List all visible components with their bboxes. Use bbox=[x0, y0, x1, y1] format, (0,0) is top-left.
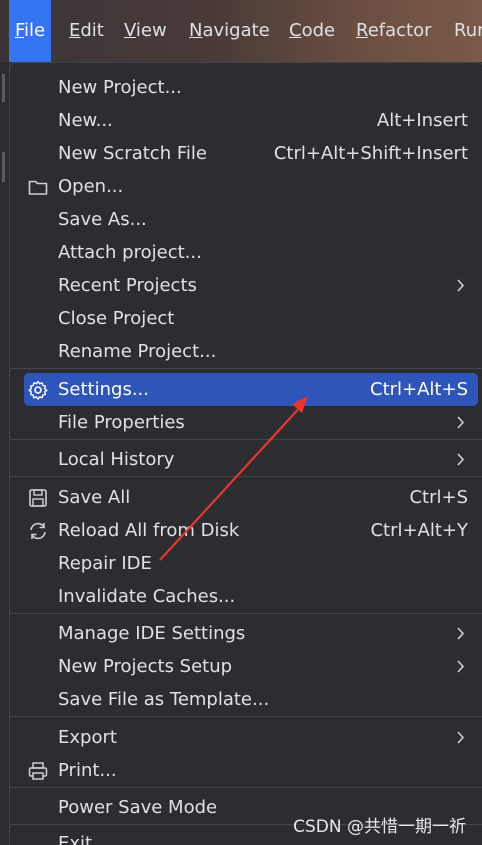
watermark-text: CSDN @共惜一期一祈 bbox=[293, 817, 466, 837]
menu-item-reload-all-from-disk[interactable]: Reload All from Disk Ctrl+Alt+Y bbox=[24, 514, 478, 547]
menu-item-label: Save All bbox=[58, 487, 131, 508]
menu-item-new-project[interactable]: New Project... bbox=[24, 71, 478, 104]
menu-item-label: Reload All from Disk bbox=[58, 520, 240, 541]
ide-window: File Edit View Navigate Code Refactor Ru… bbox=[0, 0, 482, 845]
menu-item-label: File Properties bbox=[58, 412, 185, 433]
menu-file[interactable]: File bbox=[9, 0, 52, 62]
menu-item-close-project[interactable]: Close Project bbox=[24, 302, 478, 335]
menu-item-label: Rename Project... bbox=[58, 341, 217, 362]
menu-item-save-file-as-template[interactable]: Save File as Template... bbox=[24, 683, 478, 716]
menu-edit-label: dit bbox=[80, 20, 104, 41]
menu-item-label: Attach project... bbox=[58, 242, 202, 263]
menu-item-open[interactable]: Open... bbox=[24, 170, 478, 203]
menu-item-label: Settings... bbox=[58, 379, 149, 400]
menu-code-mnemonic: C bbox=[289, 20, 302, 41]
menu-item-label: Open... bbox=[58, 176, 124, 197]
menu-navigate[interactable]: Navigate bbox=[183, 0, 276, 62]
chevron-right-icon bbox=[457, 453, 465, 466]
editor-gutter bbox=[0, 62, 9, 845]
menu-item-label: Power Save Mode bbox=[58, 797, 218, 818]
menu-view-label: iew bbox=[135, 20, 167, 41]
menu-code[interactable]: Code bbox=[283, 0, 341, 62]
menu-item-save-all[interactable]: Save All Ctrl+S bbox=[24, 481, 478, 514]
menu-item-shortcut: Alt+Insert bbox=[376, 110, 468, 131]
menu-item-file-properties[interactable]: File Properties bbox=[24, 406, 478, 439]
menu-item-label: New Projects Setup bbox=[58, 656, 233, 677]
menu-refactor-label: efactor bbox=[367, 20, 432, 41]
menu-view[interactable]: View bbox=[118, 0, 173, 62]
menu-separator bbox=[10, 439, 482, 440]
menu-item-label: New... bbox=[58, 110, 113, 131]
menu-item-label: Save File as Template... bbox=[58, 689, 270, 710]
menu-separator bbox=[10, 787, 482, 788]
menu-item-new[interactable]: New... Alt+Insert bbox=[24, 104, 478, 137]
gutter-marker bbox=[2, 74, 5, 102]
menu-separator bbox=[10, 476, 482, 477]
menu-separator bbox=[10, 716, 482, 717]
menu-item-label: Save As... bbox=[58, 209, 147, 230]
file-menu-popup: New Project... New... Alt+Insert New Scr… bbox=[9, 62, 482, 845]
menu-item-label: Close Project bbox=[58, 308, 175, 329]
menu-file-label: ile bbox=[24, 20, 46, 41]
menu-separator bbox=[10, 368, 482, 369]
menu-item-label: Export bbox=[58, 727, 117, 748]
menu-item-label: Manage IDE Settings bbox=[58, 623, 246, 644]
chevron-right-icon bbox=[457, 731, 465, 744]
menu-item-label: New Project... bbox=[58, 77, 182, 98]
menu-item-recent-projects[interactable]: Recent Projects bbox=[24, 269, 478, 302]
menu-view-mnemonic: V bbox=[124, 20, 136, 41]
menu-refactor[interactable]: Refactor bbox=[350, 0, 438, 62]
menu-item-label: Exit bbox=[58, 833, 93, 845]
menu-item-save-as[interactable]: Save As... bbox=[24, 203, 478, 236]
menu-item-label: Invalidate Caches... bbox=[58, 586, 236, 607]
menu-item-new-scratch-file[interactable]: New Scratch File Ctrl+Alt+Shift+Insert bbox=[24, 137, 478, 170]
menu-item-settings[interactable]: Settings... Ctrl+Alt+S bbox=[24, 373, 478, 406]
chevron-right-icon bbox=[457, 279, 465, 292]
menu-item-attach-project[interactable]: Attach project... bbox=[24, 236, 478, 269]
menu-code-label: ode bbox=[301, 20, 336, 41]
reload-icon bbox=[30, 522, 46, 540]
menu-item-label: Repair IDE bbox=[58, 553, 152, 574]
menu-item-label: Recent Projects bbox=[58, 275, 197, 296]
menu-run[interactable]: Rur bbox=[448, 0, 482, 62]
menu-refactor-mnemonic: R bbox=[356, 20, 368, 41]
menu-navigate-label: avigate bbox=[202, 20, 270, 41]
menu-edit-mnemonic: E bbox=[69, 20, 81, 41]
menu-item-label: Local History bbox=[58, 449, 175, 470]
menu-file-mnemonic: F bbox=[15, 20, 25, 41]
menu-item-export[interactable]: Export bbox=[24, 721, 478, 754]
menu-item-label: New Scratch File bbox=[58, 143, 207, 164]
menu-item-shortcut: Ctrl+Alt+Shift+Insert bbox=[273, 143, 468, 164]
chevron-right-icon bbox=[457, 660, 465, 673]
menu-edit[interactable]: Edit bbox=[63, 0, 110, 62]
menu-navigate-mnemonic: N bbox=[189, 20, 203, 41]
menu-item-invalidate-caches[interactable]: Invalidate Caches... bbox=[24, 580, 478, 613]
main-menu-bar: File Edit View Navigate Code Refactor Ru… bbox=[0, 0, 482, 62]
menu-item-label: Print... bbox=[58, 760, 117, 781]
menu-item-shortcut: Ctrl+S bbox=[409, 487, 468, 508]
menu-separator bbox=[10, 613, 482, 614]
save-icon bbox=[29, 489, 47, 507]
menu-item-new-projects-setup[interactable]: New Projects Setup bbox=[24, 650, 478, 683]
menu-item-local-history[interactable]: Local History bbox=[24, 443, 478, 476]
chevron-right-icon bbox=[457, 416, 465, 429]
chevron-right-icon bbox=[457, 627, 465, 640]
folder-icon bbox=[28, 180, 48, 195]
gutter-marker bbox=[2, 152, 5, 182]
menu-item-manage-ide-settings[interactable]: Manage IDE Settings bbox=[24, 617, 478, 650]
printer-icon bbox=[28, 762, 48, 780]
menu-item-shortcut: Ctrl+Alt+S bbox=[370, 379, 468, 400]
menu-run-label: Rur bbox=[454, 20, 482, 41]
menu-item-rename-project[interactable]: Rename Project... bbox=[24, 335, 478, 368]
menu-item-repair-ide[interactable]: Repair IDE bbox=[24, 547, 478, 580]
menu-item-shortcut: Ctrl+Alt+Y bbox=[370, 520, 468, 541]
menu-item-print[interactable]: Print... bbox=[24, 754, 478, 787]
gear-icon bbox=[28, 380, 48, 400]
